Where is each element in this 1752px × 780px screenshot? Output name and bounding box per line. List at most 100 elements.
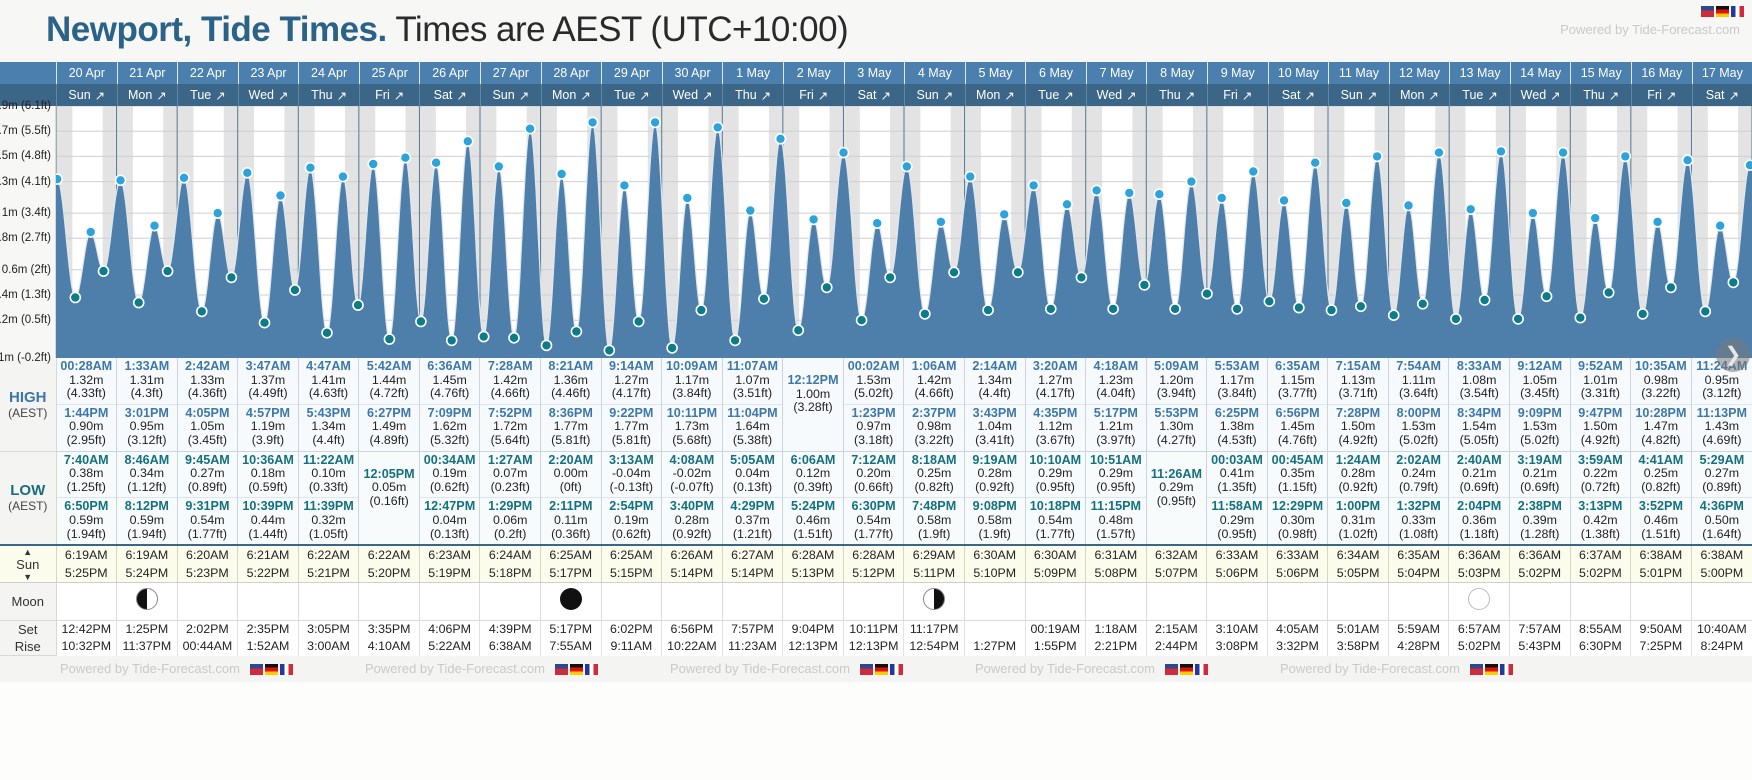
- low-tide-cell: 10:36AM 0.18m (0.59ft) 10:39PM 0.44m (1.44ft): [237, 451, 299, 546]
- weekday-header-cell[interactable]: Tue ↗: [1025, 84, 1086, 106]
- tide-event: 9:19AM 0.28m (0.92ft): [965, 452, 1025, 498]
- moon-setrise-cell: 4:39PM 6:38AM: [479, 620, 541, 656]
- weekday-header-cell[interactable]: Thu ↗: [722, 84, 783, 106]
- tide-event-feet: (4.72ft): [369, 386, 409, 401]
- tide-event-metres: 1.45m: [432, 372, 467, 387]
- expand-arrow-icon[interactable]: ↗: [580, 85, 590, 106]
- date-header-cell: 23 Apr: [237, 62, 299, 84]
- expand-arrow-icon[interactable]: ↗: [639, 85, 649, 106]
- weekday-header-cell[interactable]: Wed ↗: [661, 84, 723, 106]
- weekday-header-cell[interactable]: Thu ↗: [1146, 84, 1207, 106]
- expand-arrow-icon[interactable]: ↗: [1185, 85, 1195, 106]
- expand-arrow-icon[interactable]: ↗: [1004, 85, 1014, 106]
- tide-event-time: 9:12AM: [1517, 359, 1563, 373]
- expand-arrow-icon[interactable]: ↗: [702, 85, 712, 106]
- weekday-header-cell[interactable]: Fri ↗: [1206, 84, 1268, 106]
- expand-arrow-icon[interactable]: ↗: [1609, 85, 1619, 106]
- weekday-label: Sat: [433, 88, 453, 102]
- weekday-header-cell[interactable]: Tue ↗: [177, 84, 238, 106]
- expand-arrow-icon[interactable]: ↗: [1729, 85, 1739, 106]
- sun-cell: 6:28AM 5:12PM: [842, 544, 904, 584]
- flag-uk-icon[interactable]: [1701, 6, 1714, 17]
- expand-arrow-icon[interactable]: ↗: [1367, 85, 1377, 106]
- tide-event-metres: 0.54m: [1038, 512, 1073, 527]
- expand-arrow-icon[interactable]: ↗: [818, 85, 828, 106]
- tide-event-time: 10:18PM: [1029, 499, 1081, 514]
- weekday-header-cell[interactable]: Sat ↗: [843, 84, 905, 106]
- moon-phase-full-icon: [1468, 588, 1491, 611]
- weekday-header-cell[interactable]: Sat ↗: [419, 84, 480, 106]
- weekday-header-cell[interactable]: Wed ↗: [1085, 84, 1147, 106]
- weekday-header-cell[interactable]: Fri ↗: [1631, 84, 1692, 106]
- high-tide-cell: 9:14AM 1.27m (4.17ft) 9:22PM 1.77m (5.81ft): [600, 358, 662, 452]
- expand-arrow-icon[interactable]: ↗: [761, 85, 771, 106]
- weekday-header-cell[interactable]: Fri ↗: [358, 84, 420, 106]
- weekday-header-cell[interactable]: Sun ↗: [480, 84, 541, 106]
- tide-event-time: 9:47PM: [1578, 405, 1623, 420]
- tide-event-time: 7:54AM: [1396, 359, 1442, 373]
- weekday-label: Fri: [1647, 88, 1662, 102]
- tide-event-feet: (1.15ft): [1277, 479, 1318, 494]
- weekday-header-cell[interactable]: Tue ↗: [601, 84, 662, 106]
- location-title: Newport, Tide Times.: [46, 10, 387, 49]
- weekday-label: Tue: [614, 88, 636, 102]
- tide-event-time: 7:09PM: [427, 405, 472, 420]
- sunrise-time: 6:31AM: [1094, 548, 1138, 563]
- sun-cell: 6:22AM 5:20PM: [358, 544, 420, 584]
- weekday-header-cell[interactable]: Sun ↗: [1328, 84, 1389, 106]
- expand-arrow-icon[interactable]: ↗: [215, 85, 225, 106]
- weekday-header-cell[interactable]: Sun ↗: [904, 84, 965, 106]
- expand-arrow-icon[interactable]: ↗: [1304, 85, 1314, 106]
- flag-de-icon[interactable]: [1716, 6, 1729, 17]
- weekday-header-cell[interactable]: Wed ↗: [1509, 84, 1571, 106]
- weekday-header-cell[interactable]: Sat ↗: [1691, 84, 1752, 106]
- expand-arrow-icon[interactable]: ↗: [880, 85, 890, 106]
- weekday-header-cell[interactable]: Fri ↗: [782, 84, 844, 106]
- weekday-header-cell[interactable]: Mon ↗: [964, 84, 1026, 106]
- expand-arrow-icon[interactable]: ↗: [1063, 85, 1073, 106]
- low-tide-cell: 3:59AM 0.22m (0.72ft) 3:13PM 0.42m (1.38ft): [1569, 451, 1631, 546]
- sunrise-time: 6:22AM: [307, 548, 350, 563]
- expand-arrow-icon[interactable]: ↗: [519, 85, 529, 106]
- expand-arrow-icon[interactable]: ↗: [156, 85, 166, 106]
- weekday-header-cell[interactable]: Mon ↗: [1388, 84, 1450, 106]
- tide-event: 2:54PM 0.19m (0.62ft): [601, 497, 662, 544]
- tide-event: 8:36PM 1.77m (5.81ft): [541, 403, 601, 451]
- tide-event: 8:21AM 1.36m (4.46ft): [541, 358, 601, 404]
- moon-rise-time: 1:27PM: [973, 639, 1017, 654]
- weekday-header-cell[interactable]: Mon ↗: [116, 84, 178, 106]
- weekday-header-cell[interactable]: Tue ↗: [1449, 84, 1510, 106]
- expand-arrow-icon[interactable]: ↗: [95, 85, 105, 106]
- tide-event-feet: (-0.07ft): [670, 479, 714, 494]
- expand-arrow-icon[interactable]: ↗: [278, 85, 288, 106]
- expand-arrow-icon[interactable]: ↗: [1242, 85, 1252, 106]
- flag-fr-icon[interactable]: [1731, 6, 1744, 17]
- tide-event-metres: 0.20m: [856, 466, 891, 481]
- weekday-header-cell[interactable]: Sun ↗: [56, 84, 117, 106]
- tide-event-metres: 0.04m: [432, 512, 467, 527]
- expand-arrow-icon[interactable]: ↗: [1428, 85, 1438, 106]
- tide-event-time: 8:33AM: [1456, 359, 1502, 373]
- expand-arrow-icon[interactable]: ↗: [1550, 85, 1560, 106]
- sun-cell: 6:21AM 5:22PM: [237, 544, 299, 584]
- tide-event-feet: (3.84ft): [672, 386, 712, 401]
- expand-arrow-icon[interactable]: ↗: [1487, 85, 1497, 106]
- sunset-time: 5:22PM: [246, 566, 290, 581]
- tide-event-metres: 1.11m: [1401, 372, 1436, 387]
- expand-arrow-icon[interactable]: ↗: [943, 85, 953, 106]
- weekday-header-cell[interactable]: Wed ↗: [237, 84, 299, 106]
- next-page-arrow-icon[interactable]: ❯: [1716, 338, 1750, 372]
- weekday-header-cell[interactable]: Mon ↗: [540, 84, 602, 106]
- weekday-header-cell[interactable]: Thu ↗: [1570, 84, 1631, 106]
- language-flags[interactable]: [1701, 6, 1744, 17]
- tide-event-time: 10:11PM: [666, 405, 718, 420]
- expand-arrow-icon[interactable]: ↗: [1126, 85, 1136, 106]
- moon-set-time: 5:59AM: [1397, 622, 1440, 637]
- expand-arrow-icon[interactable]: ↗: [1666, 85, 1676, 106]
- weekday-header-cell[interactable]: Thu ↗: [298, 84, 359, 106]
- high-label-tz: (AEST): [8, 405, 48, 420]
- expand-arrow-icon[interactable]: ↗: [337, 85, 347, 106]
- expand-arrow-icon[interactable]: ↗: [456, 85, 466, 106]
- expand-arrow-icon[interactable]: ↗: [394, 85, 404, 106]
- weekday-header-cell[interactable]: Sat ↗: [1267, 84, 1329, 106]
